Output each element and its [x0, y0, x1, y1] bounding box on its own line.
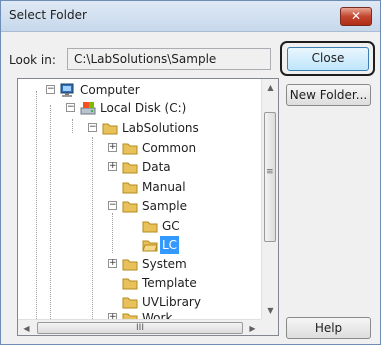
- expand-icon[interactable]: +: [108, 143, 117, 152]
- scroll-down-icon[interactable]: ▼: [262, 302, 278, 319]
- tree-item-label: Computer: [80, 83, 140, 97]
- look-in-label: Look in:: [9, 53, 56, 67]
- scrollbar-corner: [261, 319, 278, 335]
- drive-icon: [80, 102, 96, 115]
- scroll-right-icon[interactable]: ▶: [244, 320, 261, 335]
- scroll-left-icon[interactable]: ◀: [18, 320, 35, 335]
- title-bar: Select Folder ✕: [1, 1, 380, 32]
- tree-item-data[interactable]: + Data: [18, 158, 261, 176]
- look-in-path-field: C:\LabSolutions\Sample: [67, 48, 271, 70]
- collapse-icon[interactable]: −: [108, 201, 117, 210]
- tree-item-label: Common: [142, 141, 197, 155]
- tree-item-lc[interactable]: LC: [18, 236, 261, 254]
- tree-item-label: Sample: [142, 199, 187, 213]
- tree-item-label: Data: [142, 160, 171, 174]
- folder-icon: [122, 162, 138, 174]
- tree-item-system[interactable]: + System: [18, 255, 261, 273]
- close-button-highlight: Close: [280, 41, 375, 76]
- help-button[interactable]: Help: [286, 317, 371, 339]
- folder-tree[interactable]: − Computer − Local Disk (C:) − LabSoluti…: [17, 78, 279, 336]
- tree-item-template[interactable]: Template: [18, 274, 261, 292]
- folder-icon: [122, 182, 138, 194]
- tree-item-label: System: [142, 257, 187, 271]
- tree-item-label: LC: [160, 236, 180, 254]
- tree-item-computer[interactable]: − Computer: [18, 81, 261, 99]
- tree-item-label: LabSolutions: [122, 121, 199, 135]
- folder-icon: [142, 221, 158, 233]
- select-folder-dialog: Select Folder ✕ Look in: C:\LabSolutions…: [0, 0, 381, 345]
- tree-item-label: GC: [162, 219, 180, 233]
- folder-icon: [122, 201, 138, 213]
- tree-item-sample[interactable]: − Sample: [18, 197, 261, 215]
- tree-item-label: Template: [142, 276, 197, 290]
- collapse-icon[interactable]: −: [66, 103, 75, 112]
- window-close-button[interactable]: ✕: [340, 7, 372, 26]
- close-button[interactable]: Close: [287, 47, 369, 71]
- expand-icon[interactable]: +: [108, 162, 117, 171]
- window-title: Select Folder: [9, 8, 87, 22]
- tree-item-common[interactable]: + Common: [18, 139, 261, 157]
- horizontal-scrollbar[interactable]: ◀ III ▶: [18, 319, 261, 335]
- vertical-scroll-thumb[interactable]: ≡: [264, 112, 276, 242]
- vertical-scrollbar[interactable]: ▲ ≡ ▼: [261, 79, 278, 319]
- folder-icon: [122, 259, 138, 271]
- folder-icon: [122, 143, 138, 155]
- expand-icon[interactable]: +: [108, 259, 117, 268]
- tree-item-labsolutions[interactable]: − LabSolutions: [18, 119, 261, 137]
- horizontal-scroll-thumb[interactable]: III: [37, 322, 243, 334]
- scroll-up-icon[interactable]: ▲: [262, 79, 278, 96]
- tree-item-label: Local Disk (C:): [100, 101, 187, 115]
- folder-icon: [102, 123, 118, 135]
- collapse-icon[interactable]: −: [88, 123, 97, 132]
- grip-icon: ≡: [266, 167, 274, 177]
- collapse-icon[interactable]: −: [46, 85, 55, 94]
- tree-item-label: Manual: [142, 180, 186, 194]
- tree-item-gc[interactable]: GC: [18, 217, 261, 235]
- computer-icon: [60, 83, 74, 97]
- new-folder-button[interactable]: New Folder...: [286, 84, 371, 106]
- tree-item-local-disk[interactable]: − Local Disk (C:): [18, 99, 261, 117]
- tree-item-manual[interactable]: Manual: [18, 178, 261, 196]
- folder-open-icon: [142, 240, 158, 252]
- folder-icon: [122, 278, 138, 290]
- folder-icon: [122, 297, 138, 309]
- close-icon: ✕: [350, 9, 362, 23]
